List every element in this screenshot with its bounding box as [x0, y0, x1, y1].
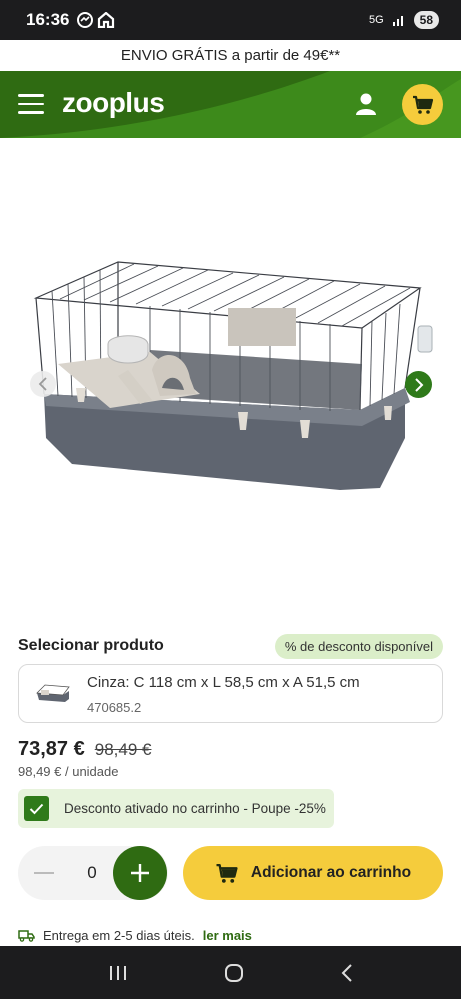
discount-available-badge: % de desconto disponível — [274, 633, 443, 659]
unit-price: 98,49 € / unidade — [18, 764, 119, 779]
select-product-title: Selecionar produto — [18, 637, 164, 654]
cart-discount-text: Desconto ativado no carrinho - Poupe -25… — [64, 801, 326, 816]
delivery-read-more-link[interactable]: ler mais — [203, 928, 252, 943]
carousel-prev-button[interactable] — [30, 371, 56, 397]
free-shipping-banner[interactable]: ENVIO GRÁTIS a partir de 49€** — [0, 40, 461, 71]
battery-indicator: 58 — [413, 11, 439, 29]
delivery-text: Entrega em 2-5 dias úteis. — [43, 928, 195, 943]
quantity-stepper: 0 — [18, 846, 168, 900]
status-time: 16:36 — [26, 10, 70, 29]
chevron-left-icon — [38, 377, 47, 391]
add-to-cart-button[interactable]: Adicionar ao carrinho — [183, 846, 443, 900]
variant-selector[interactable]: Cinza: C 118 cm x L 58,5 cm x A 51,5 cm … — [18, 664, 443, 723]
signal-icon — [392, 16, 403, 26]
checkbox-checked-icon — [24, 796, 49, 821]
zooplus-logo[interactable]: zooplus — [62, 87, 165, 119]
variant-thumbnail — [36, 684, 70, 702]
variant-name: Cinza: C 118 cm x L 58,5 cm x A 51,5 cm — [87, 674, 360, 691]
chevron-right-icon — [414, 377, 423, 392]
notification-icons — [77, 12, 115, 28]
account-icon[interactable] — [352, 90, 380, 118]
decrease-quantity-button[interactable] — [34, 872, 54, 874]
price-block: 73,87 € 98,49 € — [18, 738, 151, 761]
free-shipping-text: ENVIO GRÁTIS a partir de 49€** — [120, 47, 341, 64]
product-image-carousel[interactable] — [0, 138, 461, 628]
menu-button[interactable] — [18, 91, 44, 117]
delivery-info: Entrega em 2-5 dias úteis. ler mais — [18, 928, 252, 943]
cart-icon — [412, 95, 433, 114]
original-price: 98,49 € — [94, 740, 152, 759]
delivery-truck-icon — [18, 930, 35, 942]
home-app-icon — [98, 12, 115, 28]
current-price: 73,87 € — [18, 738, 85, 760]
home-button-icon[interactable] — [223, 962, 245, 984]
system-icons: 5G 58 — [369, 11, 439, 29]
system-navigation-bar — [0, 946, 461, 999]
cart-icon — [216, 863, 238, 883]
variant-sku: 470685.2 — [87, 700, 142, 715]
site-header: zooplus — [0, 71, 461, 138]
plus-icon — [131, 864, 149, 882]
cart-button[interactable] — [402, 84, 443, 125]
network-type: 5G — [368, 14, 384, 26]
messenger-icon — [77, 12, 94, 28]
select-product-row: Selecionar produto % de desconto disponí… — [18, 632, 443, 660]
cart-discount-notice: Desconto ativado no carrinho - Poupe -25… — [18, 789, 334, 828]
quantity-value[interactable]: 0 — [84, 863, 100, 883]
rabbit-cage-image — [33, 261, 433, 490]
status-bar: 16:36 5G 58 — [0, 0, 461, 40]
add-to-cart-label: Adicionar ao carrinho — [250, 864, 412, 881]
back-icon[interactable] — [340, 963, 354, 983]
recent-apps-icon[interactable] — [108, 964, 128, 982]
carousel-next-button[interactable] — [405, 371, 432, 398]
increase-quantity-button[interactable] — [113, 846, 167, 900]
